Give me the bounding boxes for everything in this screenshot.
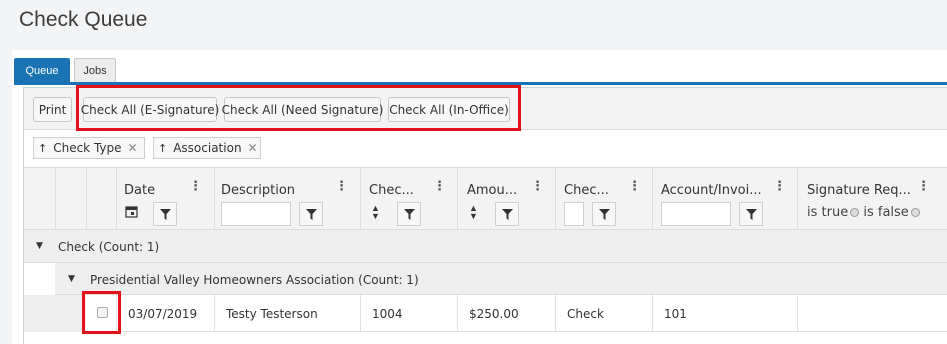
column-divider xyxy=(55,168,56,230)
column-header-description[interactable]: Description xyxy=(221,183,295,198)
column-divider xyxy=(457,168,458,230)
grid-header: Date ⋮ Description ⋮ Chec... ⋮ ▲ ▼ Amou..… xyxy=(24,168,947,230)
filter-icon xyxy=(745,208,757,220)
numeric-spinner-icon[interactable]: ▲ ▼ xyxy=(469,204,478,221)
check-all-esignature-button[interactable]: Check All (E-Signature) xyxy=(81,97,219,122)
tab-jobs[interactable]: Jobs xyxy=(74,58,116,83)
remove-group-icon[interactable]: ✕ xyxy=(248,141,258,155)
column-divider xyxy=(555,168,556,230)
row-indent xyxy=(24,295,55,332)
column-header-date[interactable]: Date xyxy=(124,183,155,198)
check-grid-panel: Print Check All (E-Signature) Check All … xyxy=(23,85,947,344)
cell-date: 03/07/2019 xyxy=(128,307,198,321)
check-type-filter-input[interactable] xyxy=(564,202,584,226)
account-filter-input[interactable] xyxy=(661,202,731,226)
calendar-icon[interactable] xyxy=(125,205,138,218)
filter-button-check-number[interactable] xyxy=(397,202,421,226)
group-label: Check (Count: 1) xyxy=(58,240,160,254)
cell-divider xyxy=(214,295,215,332)
column-menu-icon[interactable]: ⋮ xyxy=(433,178,446,194)
grouping-bar: ↑ Check Type ✕ ↑ Association ✕ xyxy=(24,130,947,168)
filter-button-description[interactable] xyxy=(299,202,323,226)
description-filter-input[interactable] xyxy=(221,202,291,226)
grid-toolbar: Print Check All (E-Signature) Check All … xyxy=(24,88,947,130)
cell-check-number: 1004 xyxy=(372,307,403,321)
cell-divider xyxy=(555,295,556,332)
cell-description: Testy Testerson xyxy=(226,307,318,321)
is-true-radio[interactable] xyxy=(850,208,860,217)
column-menu-icon[interactable]: ⋮ xyxy=(335,178,348,194)
remove-group-icon[interactable]: ✕ xyxy=(128,141,138,155)
column-divider xyxy=(214,168,215,230)
collapse-caret-icon[interactable]: ▼ xyxy=(68,274,75,284)
cell-divider xyxy=(360,295,361,332)
group-chip-label: Association xyxy=(173,141,242,155)
group-label: Presidential Valley Homeowners Associati… xyxy=(90,273,419,287)
column-menu-icon[interactable]: ⋮ xyxy=(531,178,544,194)
column-divider xyxy=(86,168,87,230)
cell-divider xyxy=(797,295,798,332)
group-chip-check-type[interactable]: ↑ Check Type ✕ xyxy=(33,137,145,159)
filter-icon xyxy=(403,208,415,220)
filter-button-date[interactable] xyxy=(153,202,177,226)
filter-button-amount[interactable] xyxy=(495,202,519,226)
column-divider xyxy=(652,168,653,230)
print-button[interactable]: Print xyxy=(33,97,72,122)
is-true-label: is true xyxy=(807,205,849,220)
column-divider xyxy=(360,168,361,230)
signature-filter: is true is false xyxy=(807,205,920,220)
cell-amount: $250.00 xyxy=(469,307,519,321)
row-select-checkbox[interactable] xyxy=(97,307,108,318)
column-menu-icon[interactable]: ⋮ xyxy=(773,178,786,194)
group-row-check-type[interactable]: ▼ Check (Count: 1) xyxy=(24,230,947,263)
filter-icon xyxy=(501,208,513,220)
filter-icon xyxy=(159,208,171,220)
check-all-need-signature-button[interactable]: Check All (Need Signature) xyxy=(222,97,383,122)
column-header-check-number[interactable]: Chec... xyxy=(369,183,414,198)
tab-queue[interactable]: Queue xyxy=(14,58,70,83)
cell-divider xyxy=(457,295,458,332)
group-chip-label: Check Type xyxy=(53,141,122,155)
column-menu-icon[interactable]: ⋮ xyxy=(189,178,202,194)
filter-icon xyxy=(305,208,317,220)
group-row-association[interactable]: ▼ Presidential Valley Homeowners Associa… xyxy=(55,263,947,295)
check-all-in-office-button[interactable]: Check All (In-Office) xyxy=(388,97,510,122)
cell-account: 101 xyxy=(664,307,687,321)
row-indent xyxy=(55,295,86,332)
column-divider xyxy=(116,168,117,230)
filter-icon xyxy=(598,208,610,220)
sort-ascending-icon: ↑ xyxy=(158,141,168,155)
sort-ascending-icon: ↑ xyxy=(38,141,48,155)
cell-divider xyxy=(652,295,653,332)
column-divider xyxy=(797,168,798,230)
is-false-radio[interactable] xyxy=(910,208,920,217)
filter-button-account[interactable] xyxy=(739,202,763,226)
page-title: Check Queue xyxy=(19,8,148,31)
group-chip-association[interactable]: ↑ Association ✕ xyxy=(153,137,261,159)
column-header-amount[interactable]: Amou... xyxy=(467,183,517,198)
collapse-caret-icon[interactable]: ▼ xyxy=(36,241,43,251)
cell-type: Check xyxy=(567,307,604,321)
column-header-account[interactable]: Account/Invoi... xyxy=(661,183,762,198)
numeric-spinner-icon[interactable]: ▲ ▼ xyxy=(371,204,380,221)
table-row[interactable]: 03/07/2019 Testy Testerson 1004 $250.00 … xyxy=(24,295,947,332)
is-false-label: is false xyxy=(863,205,909,220)
column-menu-icon[interactable]: ⋮ xyxy=(917,178,930,194)
column-header-signature[interactable]: Signature Req... xyxy=(807,183,911,198)
column-header-check-type[interactable]: Chec... xyxy=(564,183,609,198)
tab-underline xyxy=(14,82,947,85)
cell-divider xyxy=(116,295,117,332)
column-menu-icon[interactable]: ⋮ xyxy=(628,178,641,194)
filter-button-check-type[interactable] xyxy=(592,202,616,226)
